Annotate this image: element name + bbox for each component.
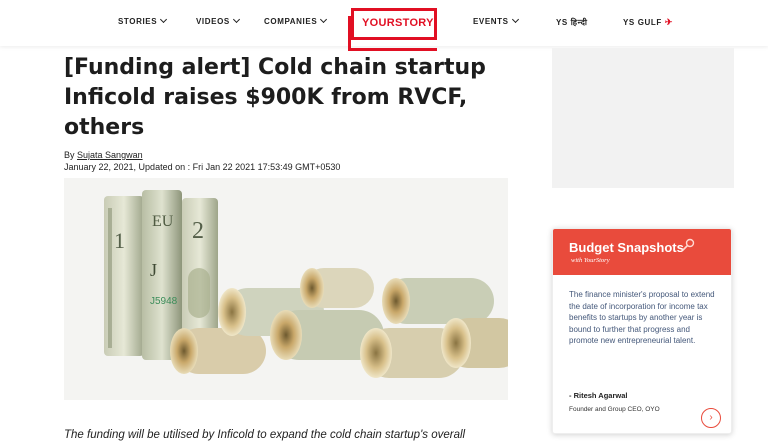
next-button[interactable]: › [701,408,721,428]
article-lead: The funding will be utilised by Inficold… [64,429,466,441]
article-dates: January 22, 2021, Updated on : Fri Jan 2… [64,162,341,172]
top-navigation: STORIES VIDEOS COMPANIES YOURSTORY EVENT… [0,0,768,51]
svg-text:J: J [150,260,157,280]
nav-ys-hindi[interactable]: YS हिन्दी [556,17,588,28]
card-role: Founder and Group CEO, OYO [569,406,660,413]
nav-ys-gulf-label: YS GULF [623,18,662,27]
chevron-down-icon [232,15,240,24]
card-author: - Ritesh Agarwal [569,391,628,400]
svg-text:EU: EU [152,213,174,230]
yourstory-logo[interactable]: YOURSTORY [348,8,437,51]
card-title: Budget Snapshots [569,240,684,255]
svg-text:J5948: J5948 [150,296,178,307]
svg-text:1: 1 [114,228,125,253]
airplane-icon: ✈ [664,17,674,27]
nav-videos-label: VIDEOS [196,17,230,26]
budget-snapshots-card: Budget Snapshots with YourStory The fina… [552,228,732,434]
nav-ys-hindi-label: YS हिन्दी [556,18,588,27]
nav-stories[interactable]: STORIES [118,15,168,26]
rolled-banknotes-illustration: 1 EU J J5948 2 [104,190,508,378]
byline-prefix: By [64,150,75,160]
chevron-right-icon: › [709,412,713,423]
nav-ys-gulf[interactable]: YS GULF ✈ [623,17,673,28]
byline: By Sujata Sangwan [64,150,143,160]
nav-videos[interactable]: VIDEOS [196,15,240,26]
hero-image: 1 EU J J5948 2 [64,178,508,400]
pin-icon [681,238,695,252]
card-header: Budget Snapshots with YourStory [553,229,731,275]
card-subtitle: with YourStory [571,257,610,264]
author-link[interactable]: Sujata Sangwan [77,150,143,160]
card-quote: The finance minister's proposal to exten… [569,290,715,345]
nav-companies[interactable]: COMPANIES [264,15,328,26]
nav-companies-label: COMPANIES [264,17,318,26]
chevron-down-icon [511,15,519,24]
nav-events-label: EVENTS [473,17,509,26]
logo-text: YOURSTORY [362,17,434,29]
article-headline: [Funding alert] Cold chain startup Infic… [64,55,486,140]
ad-placeholder [552,48,734,188]
chevron-down-icon [160,15,168,24]
chevron-down-icon [320,15,328,24]
nav-events[interactable]: EVENTS [473,15,519,26]
svg-text:2: 2 [192,218,204,244]
nav-stories-label: STORIES [118,17,158,26]
